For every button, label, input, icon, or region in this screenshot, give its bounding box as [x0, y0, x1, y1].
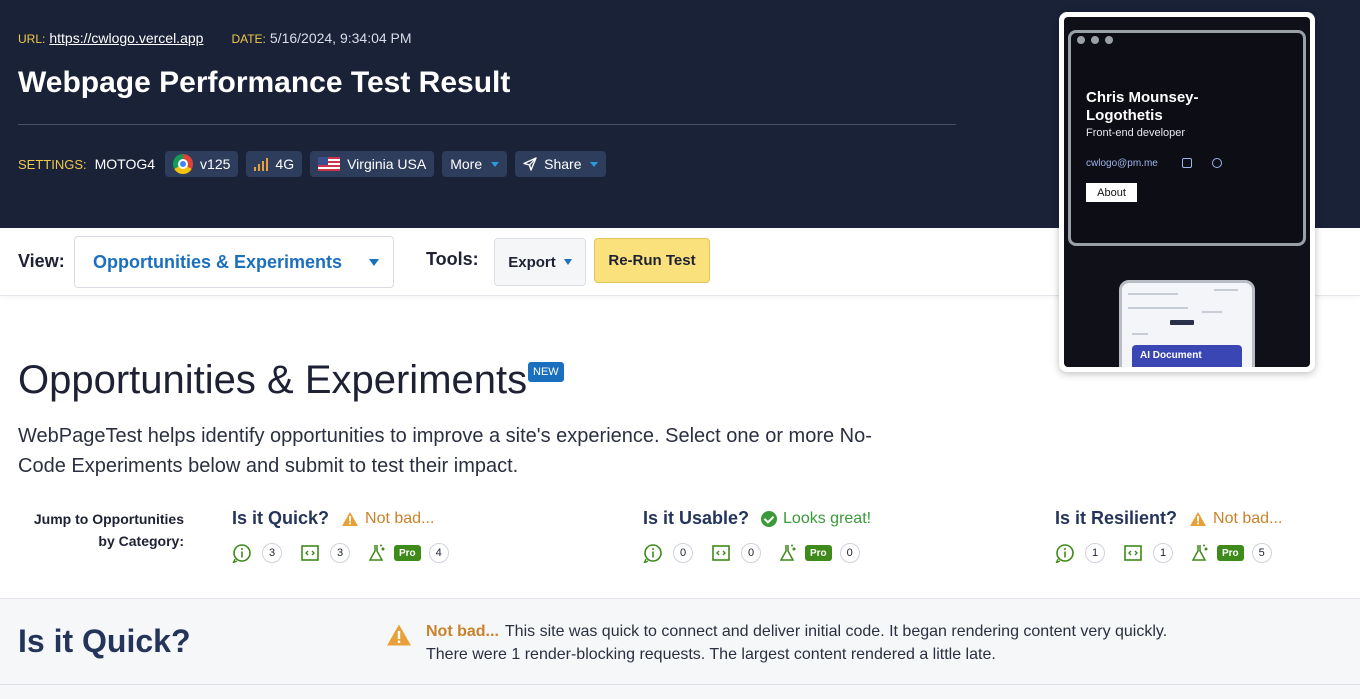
quick-summary: Not bad... This site was quick to connect… [426, 620, 1326, 666]
tips-count: 0 [741, 543, 761, 563]
chrome-icon [173, 154, 194, 174]
tested-url-link[interactable]: https://cwlogo.vercel.app [49, 30, 203, 46]
tips-count: 1 [1153, 543, 1173, 563]
observations-icon [232, 544, 251, 563]
more-label: More [450, 156, 483, 172]
us-flag-icon [318, 157, 341, 171]
observations-count: 1 [1085, 543, 1105, 563]
test-settings: SETTINGS: MOTOG4 v125 4G Virginia USA Mo… [18, 151, 607, 177]
observations-count: 0 [673, 543, 693, 563]
share-label: Share [544, 156, 582, 172]
export-button[interactable]: Export [494, 238, 586, 286]
code-tips-icon [301, 545, 319, 561]
pro-badge: Pro [394, 545, 421, 561]
observations-icon [1055, 544, 1074, 563]
warning-icon [342, 511, 359, 526]
share-button[interactable]: Share [515, 151, 607, 177]
more-button[interactable]: More [442, 151, 508, 177]
signal-icon [254, 157, 269, 171]
category-title[interactable]: Is it Quick? [232, 508, 329, 529]
view-select[interactable]: Opportunities & Experiments [74, 236, 394, 288]
quick-summary-line-1: This site was quick to connect and deliv… [504, 623, 1168, 640]
page-screenshot-thumbnail[interactable]: Chris Mounsey-Logothetis Front-end devel… [1059, 12, 1315, 372]
code-tips-icon [712, 545, 730, 561]
device-name: MOTOG4 [94, 156, 156, 172]
export-label: Export [508, 253, 556, 271]
location-setting: Virginia USA [310, 151, 435, 177]
jump-label-line-2: by Category: [98, 533, 184, 549]
section-divider [0, 684, 1360, 685]
category-resilient[interactable]: Is it Resilient? Not bad... 1 1 Pro 5 [1055, 508, 1290, 563]
category-usable[interactable]: Is it Usable? Looks great! 0 0 Pro 0 [643, 508, 878, 563]
settings-label: SETTINGS: [18, 156, 87, 172]
test-location: Virginia USA [347, 156, 427, 172]
section-description: WebPageTest helps identify opportunities… [18, 425, 872, 477]
header-divider [18, 124, 956, 125]
experiments-count: 5 [1251, 543, 1272, 563]
quick-summary-line-2: There were 1 render-blocking requests. T… [426, 646, 996, 663]
jump-label-line-1: Jump to Opportunities [33, 511, 184, 527]
window-dots [1077, 36, 1113, 44]
observations-count: 3 [262, 543, 282, 563]
preview-about-button: About [1086, 183, 1137, 202]
section-title: Opportunities & Experiments [18, 358, 528, 402]
view-select-value: Opportunities & Experiments [93, 251, 343, 272]
category-status: Not bad... [365, 509, 435, 527]
category-quick[interactable]: Is it Quick? Not bad... 3 3 Pro 4 [232, 508, 467, 563]
preview-name: Chris Mounsey-Logothetis [1086, 89, 1199, 124]
preview-email: cwlogo@pm.me [1086, 158, 1158, 169]
connection-setting: 4G [246, 151, 303, 177]
rerun-test-button[interactable]: Re-Run Test [594, 238, 710, 283]
warning-icon [1190, 511, 1207, 526]
chevron-down-icon [590, 161, 599, 167]
tools-label: Tools: [426, 249, 479, 269]
screenshot-canvas: Chris Mounsey-Logothetis Front-end devel… [1064, 17, 1310, 367]
linkedin-icon [1182, 158, 1192, 168]
experiment-flask-icon [779, 544, 796, 561]
quick-section-title: Is it Quick? [18, 623, 191, 659]
pro-badge: Pro [1217, 545, 1244, 561]
mobile-card: AI Document [1132, 345, 1242, 367]
page-title: Webpage Performance Test Result [18, 66, 511, 99]
experiments-count: 0 [839, 543, 860, 563]
desktop-preview: Chris Mounsey-Logothetis Front-end devel… [1068, 30, 1306, 246]
category-status: Not bad... [1213, 509, 1283, 527]
new-badge: NEW [528, 362, 564, 382]
experiment-flask-icon [368, 544, 385, 561]
mobile-preview: AI Document [1119, 280, 1255, 367]
warning-icon [387, 624, 411, 646]
url-label: URL: [18, 32, 46, 46]
check-circle-icon [761, 510, 778, 527]
test-date: 5/16/2024, 9:34:04 PM [269, 30, 412, 46]
test-meta: URL: https://cwlogo.vercel.app DATE: 5/16/2… [18, 30, 412, 46]
category-title[interactable]: Is it Usable? [643, 508, 749, 529]
chevron-down-icon [491, 161, 500, 167]
chevron-down-icon [563, 259, 572, 265]
experiment-flask-icon [1191, 544, 1208, 561]
view-label: View: [18, 251, 65, 271]
quick-section: Is it Quick? Not bad... This site was qui… [0, 598, 1360, 699]
browser-version: v125 [200, 156, 231, 172]
browser-setting: v125 [165, 151, 239, 177]
send-icon [523, 157, 537, 171]
connection-type: 4G [275, 156, 295, 172]
jump-to-label: Jump to Opportunities by Category: [18, 508, 184, 552]
chevron-down-icon [369, 259, 379, 266]
pro-badge: Pro [805, 545, 832, 561]
quick-status: Not bad... [426, 623, 499, 640]
date-label: DATE: [231, 32, 266, 46]
observations-icon [643, 544, 662, 563]
experiments-count: 4 [428, 543, 449, 563]
preview-role: Front-end developer [1086, 127, 1186, 139]
category-status: Looks great! [783, 509, 872, 527]
code-tips-icon [1124, 545, 1142, 561]
tips-count: 3 [330, 543, 350, 563]
category-title[interactable]: Is it Resilient? [1055, 508, 1177, 529]
github-icon [1212, 158, 1222, 168]
